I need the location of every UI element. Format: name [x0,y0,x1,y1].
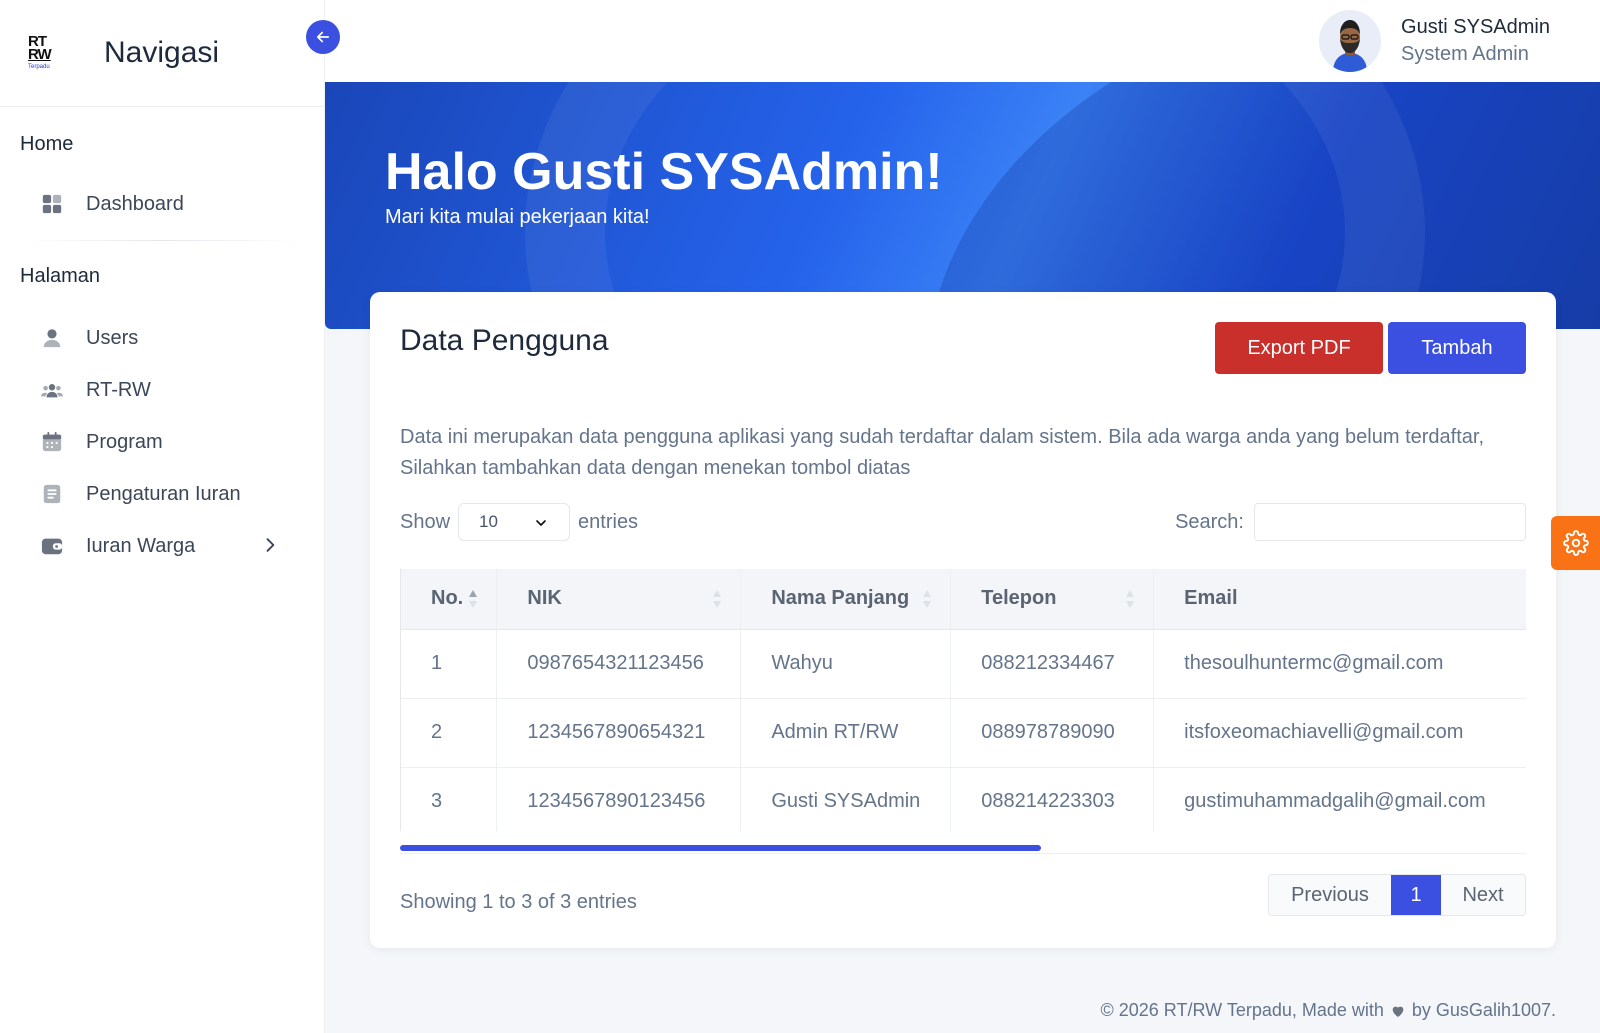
table-header-row: No. NIK Nama Panjang Telepon Email [401,569,1526,630]
avatar[interactable] [1319,10,1382,72]
sidebar-item-label: Users [86,326,139,349]
entries-label: entries [578,510,639,533]
cell-nik: 0987654321123456 [496,629,742,699]
column-header-nama-panjang[interactable]: Nama Panjang [740,569,952,630]
document-icon [40,482,64,506]
sidebar-item-label: Dashboard [86,192,184,215]
gear-icon [1562,530,1589,556]
sidebar-item-pengaturan-iuran[interactable]: Pengaturan Iuran [20,468,304,520]
entries-select[interactable]: 10 [458,503,571,541]
nav-section-home: Home Dashboard [0,133,324,241]
page-1-button[interactable]: 1 [1391,875,1441,915]
cell-nama: Wahyu [740,629,952,699]
cell-telepon: 088978789090 [950,698,1155,768]
scrollbar-thumb[interactable] [400,845,1041,851]
section-title-halaman: Halaman [20,265,101,287]
chevron-down-icon [536,520,546,526]
sidebar-item-iuran-warga[interactable]: Iuran Warga [20,520,304,572]
sidebar-item-users[interactable]: Users [20,312,304,364]
horizontal-scrollbar[interactable] [400,845,1526,854]
table-info: Showing 1 to 3 of 3 entries [400,891,637,913]
cell-nik: 1234567890654321 [496,698,742,768]
column-header-telepon[interactable]: Telepon [950,569,1155,630]
sort-icon [1126,590,1135,608]
show-label: Show [400,510,451,533]
brand: RT RW Terpadu Navigasi [0,0,324,107]
nav-section-halaman: Halaman Users RT-RW Program Pengaturan I… [0,265,324,572]
brand-logo[interactable]: RT RW Terpadu [28,33,62,73]
footer-author: by GusGalih1007. [1411,1000,1556,1020]
cell-nik: 1234567890123456 [496,767,742,831]
user-menu[interactable]: Gusti SYSAdmin System Admin [1319,10,1550,72]
search-control: Search: [1175,503,1526,541]
chevron-right-icon[interactable] [260,535,280,555]
footer-copyright: © 2026 RT/RW Terpadu, Made with [1100,1000,1384,1020]
user-name: Gusti SYSAdmin [1401,16,1550,38]
user-icon [40,326,64,350]
table-row: 3 1234567890123456 Gusti SYSAdmin 088214… [401,767,1526,831]
cell-no: 2 [401,698,498,768]
column-header-email[interactable]: Email [1153,569,1526,630]
next-page-button[interactable]: Next [1441,875,1525,915]
hero-subtitle: Mari kita mulai pekerjaan kita! [385,206,650,228]
cell-email: gustimuhammadgalih@gmail.com [1153,767,1526,831]
entries-select-value: 10 [479,512,498,531]
data-card: Data Pengguna Export PDF Tambah Data ini… [370,292,1556,948]
table-row: 1 0987654321123456 Wahyu 088212334467 th… [401,629,1526,699]
column-header-no[interactable]: No. [401,569,498,630]
settings-button[interactable] [1551,516,1600,570]
sidebar-item-dashboard[interactable]: Dashboard [20,178,304,230]
search-label: Search: [1175,510,1244,533]
hero-title: Halo Gusti SYSAdmin! [385,143,943,201]
wallet-icon [40,534,64,558]
card-title: Data Pengguna [400,324,609,357]
column-header-nik[interactable]: NIK [496,569,742,630]
sidebar-item-label: Iuran Warga [86,534,196,557]
cell-no: 1 [401,629,498,699]
scrollbar-track [400,853,1526,854]
users-group-icon [40,378,64,402]
cell-email: itsfoxeomachiavelli@gmail.com [1153,698,1526,768]
sidebar-item-label: Program [86,430,163,453]
export-pdf-button[interactable]: Export PDF [1215,322,1383,374]
sort-icon [469,590,478,608]
user-role: System Admin [1401,43,1529,65]
section-title-home: Home [20,133,74,155]
sort-icon [923,590,932,608]
collapse-sidebar-button[interactable] [306,20,340,54]
cell-telepon: 088212334467 [950,629,1155,699]
sidebar-item-rt-rw[interactable]: RT-RW [20,364,304,416]
cell-email: thesoulhuntermc@gmail.com [1153,629,1526,699]
calendar-icon [40,430,64,454]
arrow-left-icon [316,31,330,43]
cell-telepon: 088214223303 [950,767,1155,831]
grid-icon [40,192,64,216]
heart-icon [1392,1006,1404,1017]
entries-length-control: Show 10 entries [400,503,638,541]
users-table: No. NIK Nama Panjang Telepon Email 1 098… [401,569,1526,831]
table-scroll-container[interactable]: No. NIK Nama Panjang Telepon Email 1 098… [400,569,1526,831]
card-description: Data ini merupakan data pengguna aplikas… [400,426,1485,479]
sidebar-item-program[interactable]: Program [20,416,304,468]
divider [20,240,304,241]
sidebar-item-label: Pengaturan Iuran [86,482,241,505]
sidebar: RT RW Terpadu Navigasi Home Dashboard Ha… [0,0,325,1033]
pagination: Previous 1 Next [1268,874,1526,916]
sidebar-title: Navigasi [104,36,220,69]
topbar: Gusti SYSAdmin System Admin [325,0,1600,82]
search-input[interactable] [1254,503,1526,541]
sort-icon [713,590,722,608]
add-button[interactable]: Tambah [1388,322,1526,374]
cell-nama: Admin RT/RW [740,698,952,768]
footer: © 2026 RT/RW Terpadu, Made with by GusGa… [1101,1000,1557,1021]
cell-no: 3 [401,767,498,831]
previous-page-button[interactable]: Previous [1269,875,1391,915]
cell-nama: Gusti SYSAdmin [740,767,952,831]
sidebar-item-label: RT-RW [86,378,151,401]
table-row: 2 1234567890654321 Admin RT/RW 088978789… [401,698,1526,768]
